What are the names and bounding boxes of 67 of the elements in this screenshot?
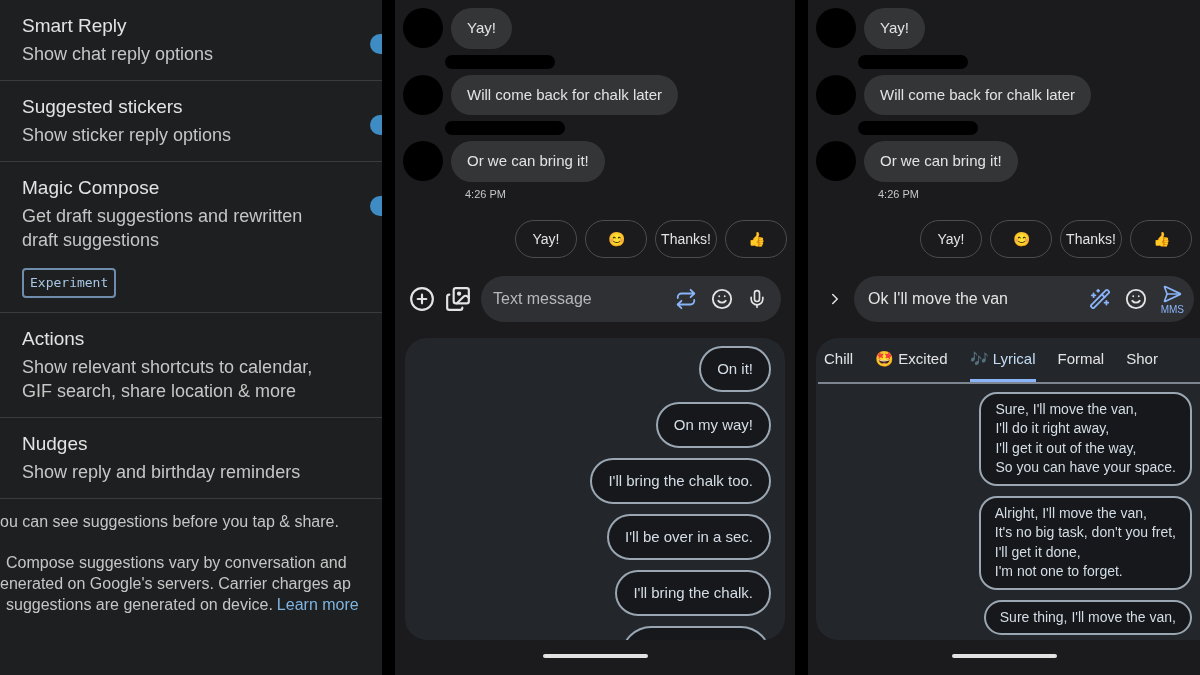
experiment-badge: Experiment xyxy=(22,268,117,298)
footnote-text: suggestions are generated on device. xyxy=(6,594,273,615)
message-field[interactable]: Text message xyxy=(493,287,661,311)
setting-title: Actions xyxy=(22,326,86,351)
redacted-avatar xyxy=(403,8,443,49)
draft-line: I'll do it right away, xyxy=(995,419,1111,438)
gallery-icon[interactable] xyxy=(445,286,471,312)
setting-description: Show reply and birthday reminders xyxy=(22,460,302,484)
message-bubble: Or we can bring it! xyxy=(451,141,605,182)
suggestion-chip[interactable]: I'll bring the chalk. xyxy=(615,570,771,616)
redacted-avatar xyxy=(403,74,443,115)
add-icon[interactable] xyxy=(409,286,435,312)
tone-tab[interactable]: Formal xyxy=(1057,348,1105,382)
tone-tab[interactable]: Chill xyxy=(824,348,854,382)
message-field[interactable]: Ok I'll move the van xyxy=(868,287,1075,311)
message-bubble: Will come back for chalk later xyxy=(864,74,1092,115)
redacted-avatar xyxy=(816,8,856,49)
footnote-text: ou can see suggestions before you tap & share. xyxy=(0,512,339,530)
draft-line: I'll get it done, xyxy=(994,542,1082,562)
suggestion-chip[interactable]: I'll be over in a sec. xyxy=(607,514,771,560)
compose-bar[interactable]: Ok I'll move the van MMS xyxy=(854,276,1194,322)
draft-line: Alright, I'll move the van, xyxy=(994,503,1148,523)
setting-title: Magic Compose xyxy=(22,176,161,200)
draft-suggestion-card[interactable]: Alright, I'll move the van, It's no big task, don't you fret, I'll get it done, I'm not one to forget. xyxy=(978,495,1192,590)
setting-description: Show chat reply options xyxy=(22,43,215,66)
message-bubble: Will come back for chalk later xyxy=(451,74,679,115)
toggle-switch[interactable] xyxy=(370,196,382,216)
magic-wand-icon[interactable] xyxy=(1088,288,1111,310)
draft-suggestion-card[interactable]: Sure, I'll move the van, I'll do it right away, I'll get it out of the way, So you can have your space. xyxy=(979,391,1192,486)
emoji-icon[interactable] xyxy=(711,288,733,310)
setting-description: Show relevant shortcuts to calendar, GIF search, share location & more xyxy=(22,355,314,403)
footnote-text: Compose suggestions vary by conversation and xyxy=(6,553,347,571)
tone-tab[interactable]: Shor xyxy=(1126,348,1158,382)
compose-bar[interactable]: Text message xyxy=(481,276,781,322)
toggle-switch[interactable] xyxy=(370,115,382,135)
setting-title: Suggested stickers xyxy=(22,95,184,119)
send-button[interactable]: MMS xyxy=(1160,283,1184,315)
setting-title: Nudges xyxy=(22,431,89,456)
tone-tab[interactable]: 🤩 Excited xyxy=(875,348,948,382)
message-time: 4:26 PM xyxy=(878,186,920,202)
message-bubble: Yay! xyxy=(451,8,512,49)
message-bubble: Yay! xyxy=(864,8,925,49)
draft-line: Sure thing, I'll move the van, xyxy=(999,607,1176,627)
draft-line: I'm not one to forget. xyxy=(994,562,1124,581)
tone-tab[interactable]: 🎶 Lyrical xyxy=(969,348,1036,382)
suggestion-chip[interactable]: I'll bring the chalk too. xyxy=(590,458,771,504)
redacted-avatar xyxy=(816,141,856,182)
setting-description: Get draft suggestions and rewritten draft suggestions xyxy=(22,205,304,252)
draft-line: So you can have your space. xyxy=(995,458,1176,477)
setting-title: Smart Reply xyxy=(22,14,128,38)
suggestion-chip[interactable]: On it! xyxy=(699,346,771,392)
footnote-text: enerated on Google's servers. Carrier charges ap xyxy=(0,574,351,592)
draft-line: Sure, I'll move the van, xyxy=(995,399,1139,419)
emoji-icon[interactable] xyxy=(1124,288,1147,310)
message-time: 4:26 PM xyxy=(465,186,507,202)
message-bubble: Or we can bring it! xyxy=(864,141,1018,182)
suggestion-chip[interactable]: On my way! xyxy=(655,402,771,448)
microphone-icon[interactable] xyxy=(747,289,767,309)
send-icon xyxy=(1162,283,1183,304)
redacted-avatar xyxy=(816,74,856,115)
learn-more-link[interactable]: Learn more xyxy=(276,593,359,615)
setting-description: Show sticker reply options xyxy=(22,124,233,147)
draft-suggestion-card[interactable]: Sure thing, I'll move the van, xyxy=(983,599,1192,635)
toggle-switch[interactable] xyxy=(370,34,382,54)
redacted-avatar xyxy=(403,141,443,182)
draft-line: It's no big task, don't you fret, xyxy=(994,523,1176,542)
draft-line: I'll get it out of the way, xyxy=(995,438,1138,458)
